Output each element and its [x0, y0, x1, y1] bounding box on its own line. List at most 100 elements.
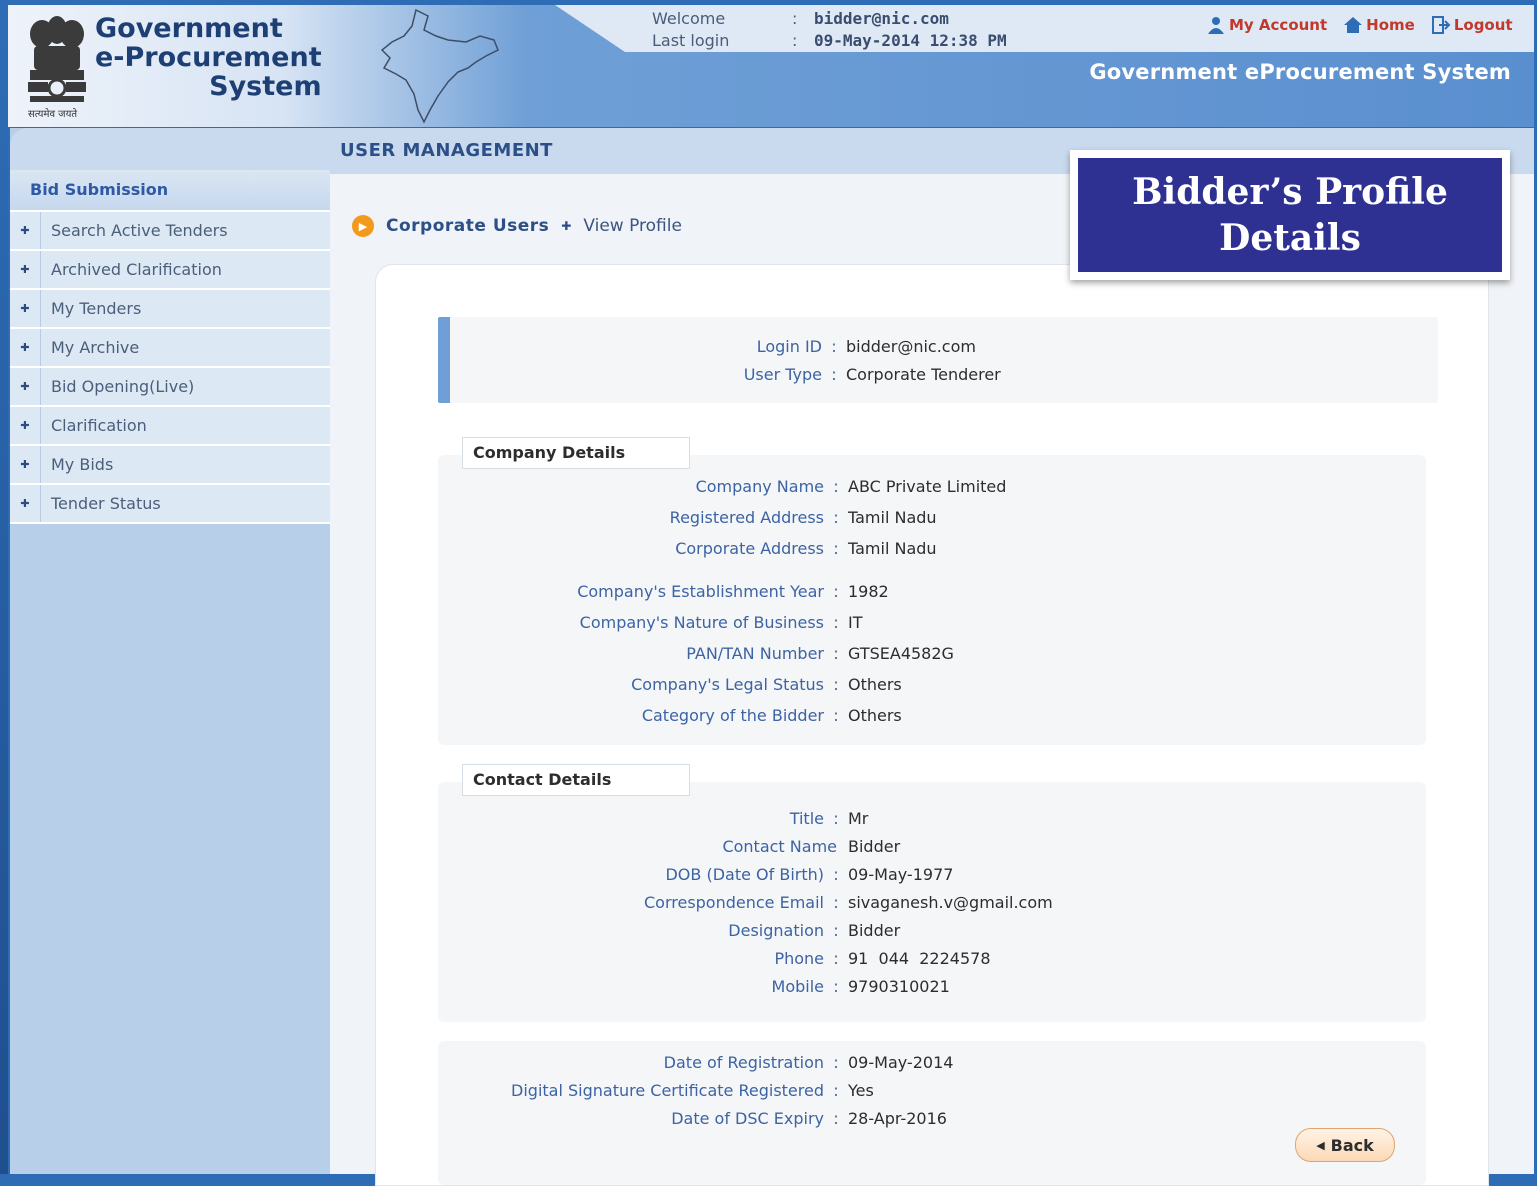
welcome-user: bidder@nic.com [814, 9, 949, 28]
contact-row: DOB (Date Of Birth) : 09-May-1977 [472, 865, 953, 885]
back-label: Back [1330, 1135, 1374, 1155]
my-account-label: My Account [1229, 16, 1328, 34]
field-label: Login ID [756, 337, 822, 356]
window-left-edge [0, 0, 8, 1174]
arrow-right-icon: ✚ [10, 212, 41, 249]
field-colon: : [831, 337, 837, 356]
field-colon: : [833, 977, 839, 996]
callout-line-2: Details [1219, 217, 1361, 259]
logout-label: Logout [1453, 16, 1513, 34]
emblem-caption: सत्यमेव जयते [28, 109, 78, 120]
contact-details-legend: Contact Details [462, 764, 690, 796]
sidebar-item-bid-opening-live[interactable]: ✚ Bid Opening(Live) [10, 368, 330, 407]
last-login-value: 09-May-2014 12:38 PM [814, 31, 1007, 50]
field-colon: : [833, 613, 839, 632]
user-icon [1208, 17, 1224, 34]
field-colon: : [831, 365, 837, 384]
home-label: Home [1366, 16, 1415, 34]
sidebar-item-label: Bid Opening(Live) [51, 377, 195, 396]
field-label: Date of Registration [663, 1053, 824, 1072]
field-colon: : [833, 949, 839, 968]
field-label: User Type [743, 365, 822, 384]
field-value: GTSEA4582G [848, 644, 954, 663]
field-colon: : [833, 921, 839, 940]
company-details-legend: Company Details [462, 437, 690, 469]
field-label: Correspondence Email [643, 893, 824, 912]
contact-row: Phone : 91 044 2224578 [472, 949, 990, 969]
back-button[interactable]: ◀ Back [1295, 1128, 1395, 1162]
last-login-label: Last login [652, 31, 730, 50]
field-value: 9790310021 [848, 977, 950, 996]
registration-row: Digital Signature Certificate Registered… [472, 1081, 874, 1101]
arrow-right-icon: ✚ [10, 368, 41, 405]
field-colon-spacer [837, 837, 848, 857]
company-row: Company's Nature of Business : IT [472, 613, 863, 633]
company-row: Company's Establishment Year : 1982 [472, 582, 889, 602]
company-row: Registered Address : Tamil Nadu [472, 508, 937, 528]
breadcrumb: ▶ Corporate Users ✚ View Profile [352, 215, 682, 237]
india-map-icon [380, 8, 499, 124]
field-label: Designation [728, 921, 824, 940]
sidebar-item-label: My Tenders [51, 299, 142, 318]
home-link[interactable]: Home [1343, 16, 1415, 34]
field-value: sivaganesh.v@gmail.com [848, 893, 1053, 912]
callout-box: Bidder’s Profile Details [1078, 158, 1502, 272]
field-value: ABC Private Limited [848, 477, 1007, 496]
sidebar-item-clarification[interactable]: ✚ Clarification [10, 407, 330, 446]
company-row: Category of the Bidder : Others [472, 706, 902, 726]
arrow-right-icon: ✚ [10, 485, 41, 522]
field-value: Others [848, 706, 902, 725]
field-colon: : [833, 477, 839, 496]
welcome-info: Welcome : bidder@nic.com Last login : 09… [652, 8, 1007, 52]
profile-card: Login ID : bidder@nic.com User Type : Co… [375, 264, 1489, 1186]
field-label: Company's Legal Status [631, 675, 824, 694]
brand-logo-text: Government e-Procurement System [95, 14, 322, 101]
field-value: Others [848, 675, 902, 694]
company-row: Company's Legal Status : Others [472, 675, 902, 695]
home-icon [1344, 17, 1363, 33]
field-label: Corporate Address [675, 539, 824, 558]
logout-link[interactable]: Logout [1431, 16, 1513, 34]
field-value: IT [848, 613, 863, 632]
field-value: Bidder [848, 837, 901, 856]
breadcrumb-corporate-users[interactable]: Corporate Users [386, 216, 549, 236]
sidebar-item-search-active-tenders[interactable]: ✚ Search Active Tenders [10, 212, 330, 251]
sidebar-item-label: Search Active Tenders [51, 221, 228, 240]
arrow-right-icon: ✚ [10, 251, 41, 288]
chevron-left-icon: ◀ [1316, 1138, 1325, 1152]
field-colon: : [833, 893, 839, 912]
callout-line-1: Bidder’s Profile [1132, 171, 1448, 213]
my-account-link[interactable]: My Account [1206, 16, 1327, 34]
field-colon: : [833, 675, 839, 694]
sidebar-item-my-bids[interactable]: ✚ My Bids [10, 446, 330, 485]
field-label: Registered Address [669, 508, 824, 527]
breadcrumb-arrow-icon: ▶ [352, 215, 374, 237]
field-value: Tamil Nadu [848, 539, 937, 558]
sidebar-item-label: Tender Status [51, 494, 161, 513]
user-type-value: Corporate Tenderer [846, 365, 1001, 384]
sidebar-item-my-archive[interactable]: ✚ My Archive [10, 329, 330, 368]
field-label: DOB (Date Of Birth) [665, 865, 824, 884]
top-links: My Account Home Logout [1206, 16, 1523, 34]
sidebar-item-label: Archived Clarification [51, 260, 222, 279]
field-colon: : [833, 865, 839, 884]
last-login-separator: : [792, 31, 798, 50]
field-label: Category of the Bidder [641, 706, 824, 725]
field-colon: : [833, 706, 839, 725]
sidebar-item-archived-clarification[interactable]: ✚ Archived Clarification [10, 251, 330, 290]
field-label: Company's Establishment Year [577, 582, 824, 601]
profile-callout: Bidder’s Profile Details [1070, 150, 1510, 280]
sidebar-top [10, 128, 330, 170]
field-label: Company's Nature of Business [579, 613, 824, 632]
contact-row: Correspondence Email : sivaganesh.v@gmai… [472, 893, 1053, 913]
field-colon: : [833, 809, 839, 828]
field-label: Phone [774, 949, 824, 968]
user-type-row: User Type : Corporate Tenderer [638, 365, 1001, 385]
field-label: Digital Signature Certificate Registered [511, 1081, 824, 1100]
sidebar: Bid Submission ✚ Search Active Tenders ✚… [10, 128, 330, 1174]
field-value: Tamil Nadu [848, 508, 937, 527]
field-colon: : [833, 1109, 839, 1128]
sidebar-item-tender-status[interactable]: ✚ Tender Status [10, 485, 330, 524]
field-colon: : [833, 582, 839, 601]
sidebar-item-my-tenders[interactable]: ✚ My Tenders [10, 290, 330, 329]
